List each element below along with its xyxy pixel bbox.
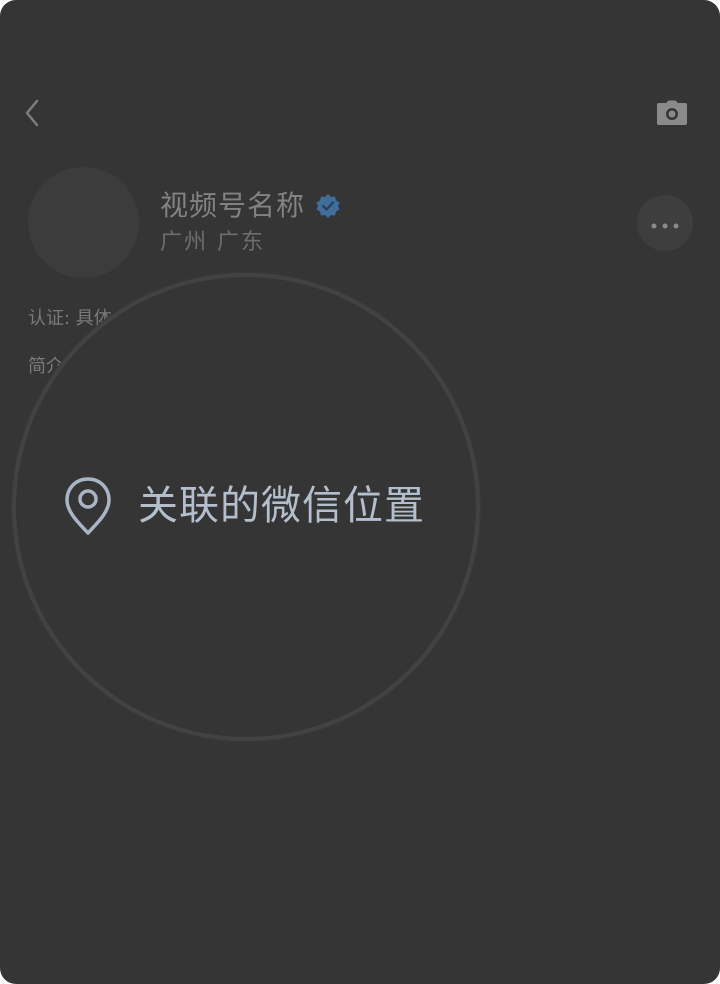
magnifier-callout: 关联的微信位置 [12, 273, 480, 741]
more-dots-icon [651, 214, 679, 233]
chevron-left-icon [24, 99, 40, 131]
linked-location-label: 关联的微信位置 [138, 483, 425, 529]
location-text: 广州 广东 [160, 230, 265, 255]
camera-icon [656, 100, 688, 130]
verified-badge-icon [315, 193, 341, 219]
linked-location-row[interactable]: 关联的微信位置 [62, 471, 425, 541]
channel-name-row: 视频号名称 [160, 186, 341, 226]
avatar[interactable] [28, 167, 139, 278]
channel-name: 视频号名称 [160, 189, 306, 222]
back-button[interactable] [18, 98, 46, 132]
profile-screen: 视频号名称 广州 广东 认证: 具体 简介 关联的微信位置 [0, 0, 720, 984]
location-pin-icon [62, 475, 114, 537]
camera-button[interactable] [654, 98, 690, 132]
more-button[interactable] [637, 195, 693, 251]
